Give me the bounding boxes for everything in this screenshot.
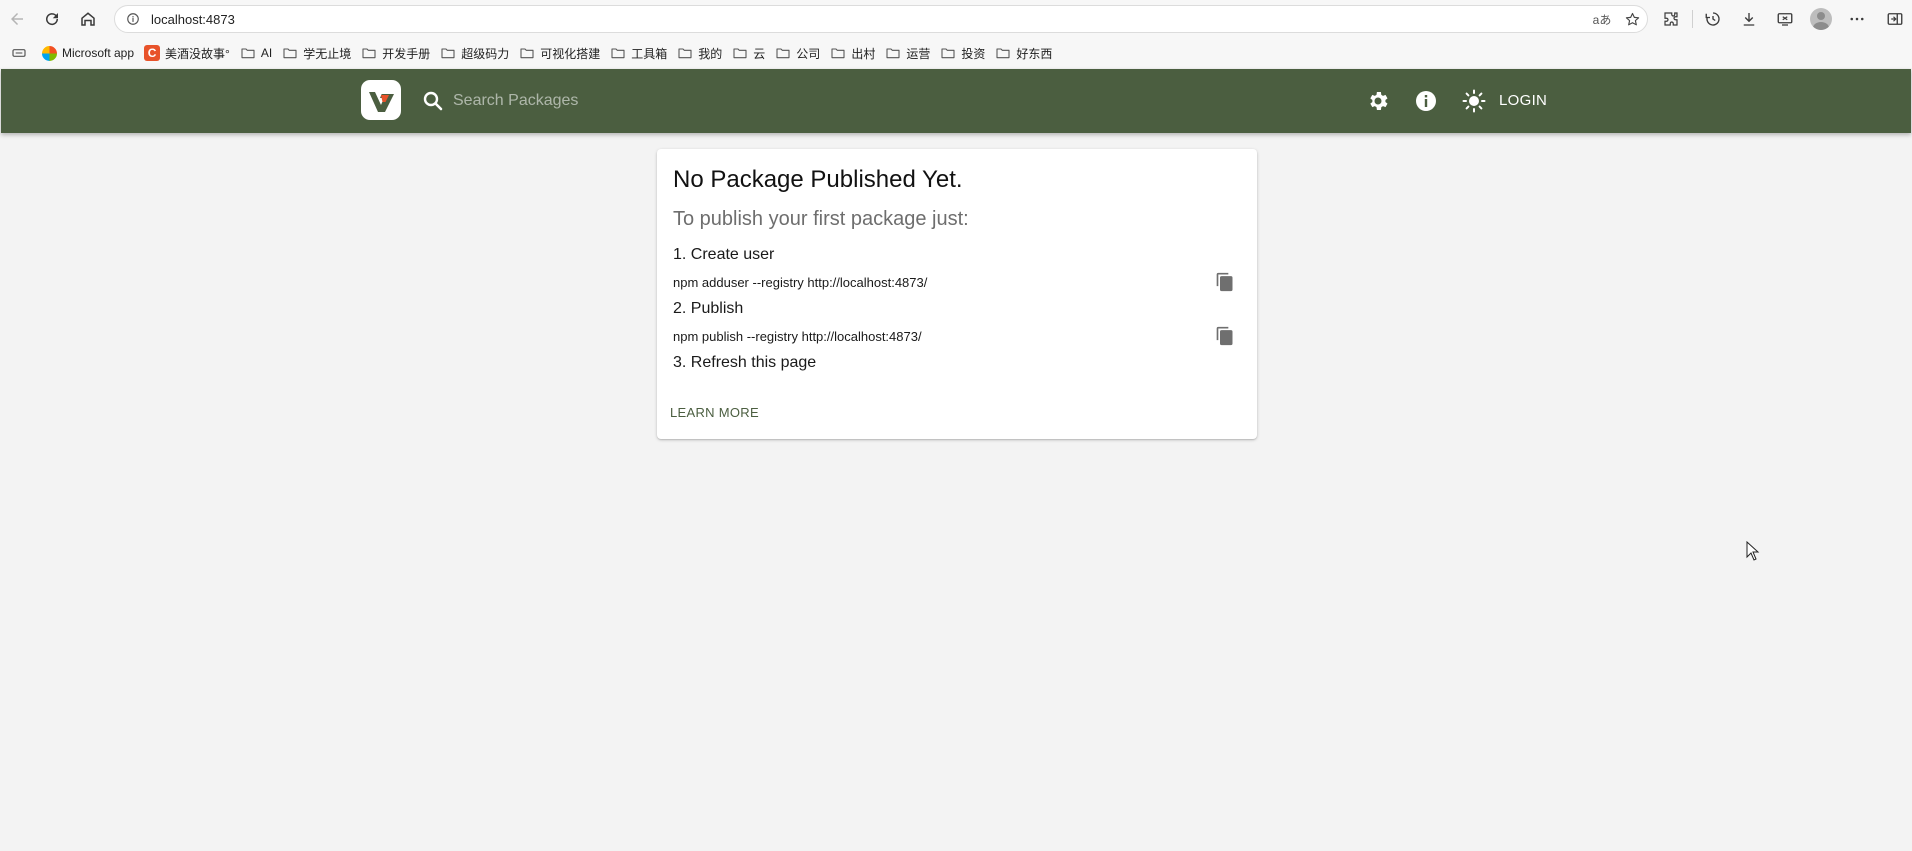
browser-toolbar: localhost:4873 aあ	[0, 0, 1912, 38]
bookmark-microsoft-app[interactable]: Microsoft app	[37, 41, 139, 65]
copy-publish-button[interactable]	[1213, 324, 1237, 348]
verdaccio-logo[interactable]	[361, 80, 401, 120]
step-publish: 2. Publish	[673, 300, 744, 317]
bookmark-folder-touzi[interactable]: 投资	[935, 41, 990, 65]
verdaccio-logo-icon	[369, 92, 394, 112]
app-header: LOGIN	[1, 69, 1911, 133]
c-logo-icon: C	[144, 45, 161, 61]
settings-button[interactable]	[1365, 88, 1391, 114]
step-create-user: 1. Create user	[673, 246, 775, 263]
info-icon	[1416, 91, 1436, 111]
folder-icon	[776, 48, 790, 59]
download-icon	[1743, 13, 1755, 26]
url-text[interactable]: localhost:4873	[151, 12, 235, 27]
folder-icon	[362, 48, 376, 59]
folder-icon	[678, 48, 692, 59]
back-button[interactable]	[3, 5, 31, 33]
refresh-icon	[46, 13, 59, 26]
bookmark-folder-xuewuzhijing[interactable]: 学无止境	[277, 41, 356, 65]
home-button[interactable]	[74, 5, 102, 33]
theme-toggle-button[interactable]	[1461, 88, 1487, 114]
login-button[interactable]: LOGIN	[1499, 89, 1547, 113]
address-bar[interactable]: localhost:4873 aあ	[114, 5, 1648, 33]
folder-icon	[441, 48, 455, 59]
site-info-icon[interactable]	[125, 11, 141, 27]
learn-more-link[interactable]: LEARN MORE	[670, 405, 759, 420]
screen-capture-icon	[1777, 13, 1793, 26]
card-title: No Package Published Yet.	[673, 166, 963, 193]
copy-icon	[1216, 272, 1233, 292]
downloads-button[interactable]	[1734, 5, 1764, 33]
bookmark-folder-chucun[interactable]: 出村	[825, 41, 880, 65]
sidebar-icon	[1887, 13, 1903, 25]
extensions-button[interactable]	[1656, 5, 1686, 33]
command-publish: npm publish --registry http://localhost:…	[673, 329, 922, 344]
bookmark-folder-gongjuxiang[interactable]: 工具箱	[605, 41, 672, 65]
folder-icon	[996, 48, 1010, 59]
folder-icon	[520, 48, 534, 59]
copy-adduser-button[interactable]	[1213, 270, 1237, 294]
profile-button[interactable]	[1806, 5, 1836, 33]
puzzle-icon	[1664, 12, 1678, 26]
bookmark-folder-keshihuadajian[interactable]: 可视化搭建	[514, 41, 605, 65]
folder-icon	[611, 48, 625, 59]
bookmark-folder-yunying[interactable]: 运营	[880, 41, 935, 65]
bookmark-folder-yun[interactable]: 云	[727, 41, 770, 65]
settings-icon	[1370, 92, 1388, 110]
tab-actions-icon	[12, 49, 26, 57]
bookmarks-menu-button[interactable]	[6, 41, 37, 65]
step-refresh: 3. Refresh this page	[673, 354, 817, 371]
bookmark-folder-gongsi[interactable]: 公司	[770, 41, 825, 65]
more-menu-button[interactable]	[1842, 5, 1872, 33]
card-subtitle: To publish your first package just:	[673, 208, 969, 230]
history-icon	[1705, 12, 1720, 26]
search-icon	[423, 91, 443, 111]
microsoft-logo-icon	[42, 45, 57, 61]
favorite-star-icon[interactable]	[1619, 6, 1645, 32]
screenshot-button[interactable]	[1770, 5, 1800, 33]
bookmark-folder-haodongxi[interactable]: 好东西	[990, 41, 1057, 65]
toolbar-divider	[1692, 10, 1693, 28]
more-horizontal-icon	[1850, 17, 1864, 21]
bookmarks-bar: Microsoft app C 美酒没故事° AI 学无止境 开发手册 超级码力…	[0, 38, 1912, 68]
mouse-cursor-icon	[1746, 541, 1760, 561]
info-button[interactable]	[1413, 88, 1439, 114]
search-packages-input[interactable]	[453, 85, 853, 117]
folder-icon	[831, 48, 845, 59]
folder-icon	[886, 48, 900, 59]
copy-icon	[1216, 326, 1233, 346]
bookmark-folder-ai[interactable]: AI	[235, 41, 277, 65]
read-aloud-icon[interactable]: aあ	[1589, 6, 1615, 32]
history-button[interactable]	[1698, 5, 1728, 33]
avatar	[1810, 8, 1832, 30]
bookmark-meijiu[interactable]: C 美酒没故事°	[139, 41, 235, 65]
folder-icon	[941, 48, 955, 59]
sidebar-toggle-button[interactable]	[1880, 5, 1910, 33]
folder-icon	[241, 48, 255, 59]
folder-icon	[733, 48, 747, 59]
back-arrow-icon	[11, 13, 23, 25]
home-icon	[81, 12, 95, 26]
bookmark-folder-kaifashouce[interactable]: 开发手册	[356, 41, 435, 65]
sun-icon	[1462, 89, 1486, 113]
folder-icon	[283, 48, 297, 59]
refresh-button[interactable]	[38, 5, 66, 33]
command-adduser: npm adduser --registry http://localhost:…	[673, 275, 928, 290]
bookmark-folder-wode[interactable]: 我的	[672, 41, 727, 65]
bookmark-folder-chaojimali[interactable]: 超级码力	[435, 41, 514, 65]
no-package-card: No Package Published Yet. To publish you…	[657, 149, 1257, 439]
